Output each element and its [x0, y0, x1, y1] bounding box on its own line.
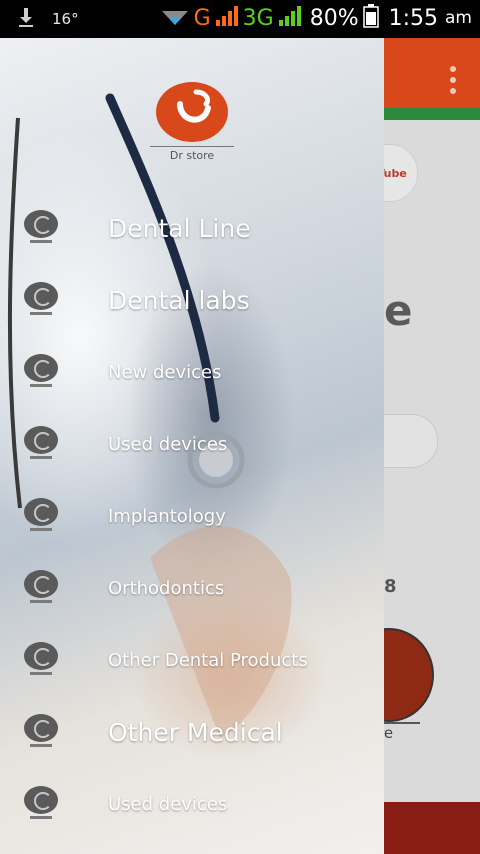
drawer-item-new-devices[interactable]: New devices [0, 336, 384, 408]
clock-time: 1:55 [388, 5, 439, 31]
clock-ampm: am [445, 8, 472, 28]
drawer-item-other-dental-products[interactable]: Other Dental Products [0, 624, 384, 696]
drawer-item-used-devices-medical[interactable]: Used devices [0, 768, 384, 840]
overflow-menu-icon[interactable] [446, 66, 460, 94]
dr-store-icon [22, 642, 62, 678]
drawer-item-label: Orthodontics [108, 577, 225, 599]
partial-heading: e [384, 286, 413, 335]
battery-icon [362, 4, 379, 32]
drawer-item-label: Used devices [108, 793, 228, 815]
dr-store-icon [22, 498, 62, 534]
network-type-3g: 3G [242, 5, 274, 31]
dr-store-icon [22, 714, 62, 750]
drawer-item-label: Other Dental Products [108, 649, 308, 671]
temperature: 16° [52, 10, 79, 28]
drawer-item-orthodontics[interactable]: Orthodontics [0, 552, 384, 624]
wifi-icon [160, 5, 190, 31]
drawer-item-implantology[interactable]: Implantology [0, 480, 384, 552]
partial-number: 8 [384, 576, 397, 597]
dr-store-icon [22, 354, 62, 390]
drawer-menu: Dental Line Dental labs New devices Used… [0, 192, 384, 840]
signal-icon [278, 5, 302, 31]
dr-store-icon [22, 282, 62, 318]
dr-store-icon [22, 786, 62, 822]
drawer-item-label: Implantology [108, 505, 226, 527]
network-type-g: G [193, 5, 211, 31]
navigation-drawer: Dr store Dental Line Dental labs New dev… [0, 38, 384, 854]
drawer-item-used-devices[interactable]: Used devices [0, 408, 384, 480]
status-bar: 16° G 3G 80% 1:55 am [0, 0, 480, 38]
drawer-item-dental-labs[interactable]: Dental labs [0, 264, 384, 336]
download-icon [18, 6, 34, 32]
dr-store-icon [22, 570, 62, 606]
drawer-item-label: Dental labs [108, 285, 250, 315]
signal-icon [215, 5, 239, 31]
dr-store-icon [22, 426, 62, 462]
drawer-item-label: New devices [108, 361, 222, 383]
drawer-item-other-medical[interactable]: Other Medical [0, 696, 384, 768]
dr-store-icon [22, 210, 62, 246]
drawer-item-label: Used devices [108, 433, 228, 455]
drawer-item-label: Other Medical [108, 717, 283, 747]
battery-percent: 80% [309, 5, 359, 31]
drawer-item-label: Dental Line [108, 213, 251, 243]
drawer-item-dental-line[interactable]: Dental Line [0, 192, 384, 264]
logo-caption: Dr store [150, 146, 234, 162]
